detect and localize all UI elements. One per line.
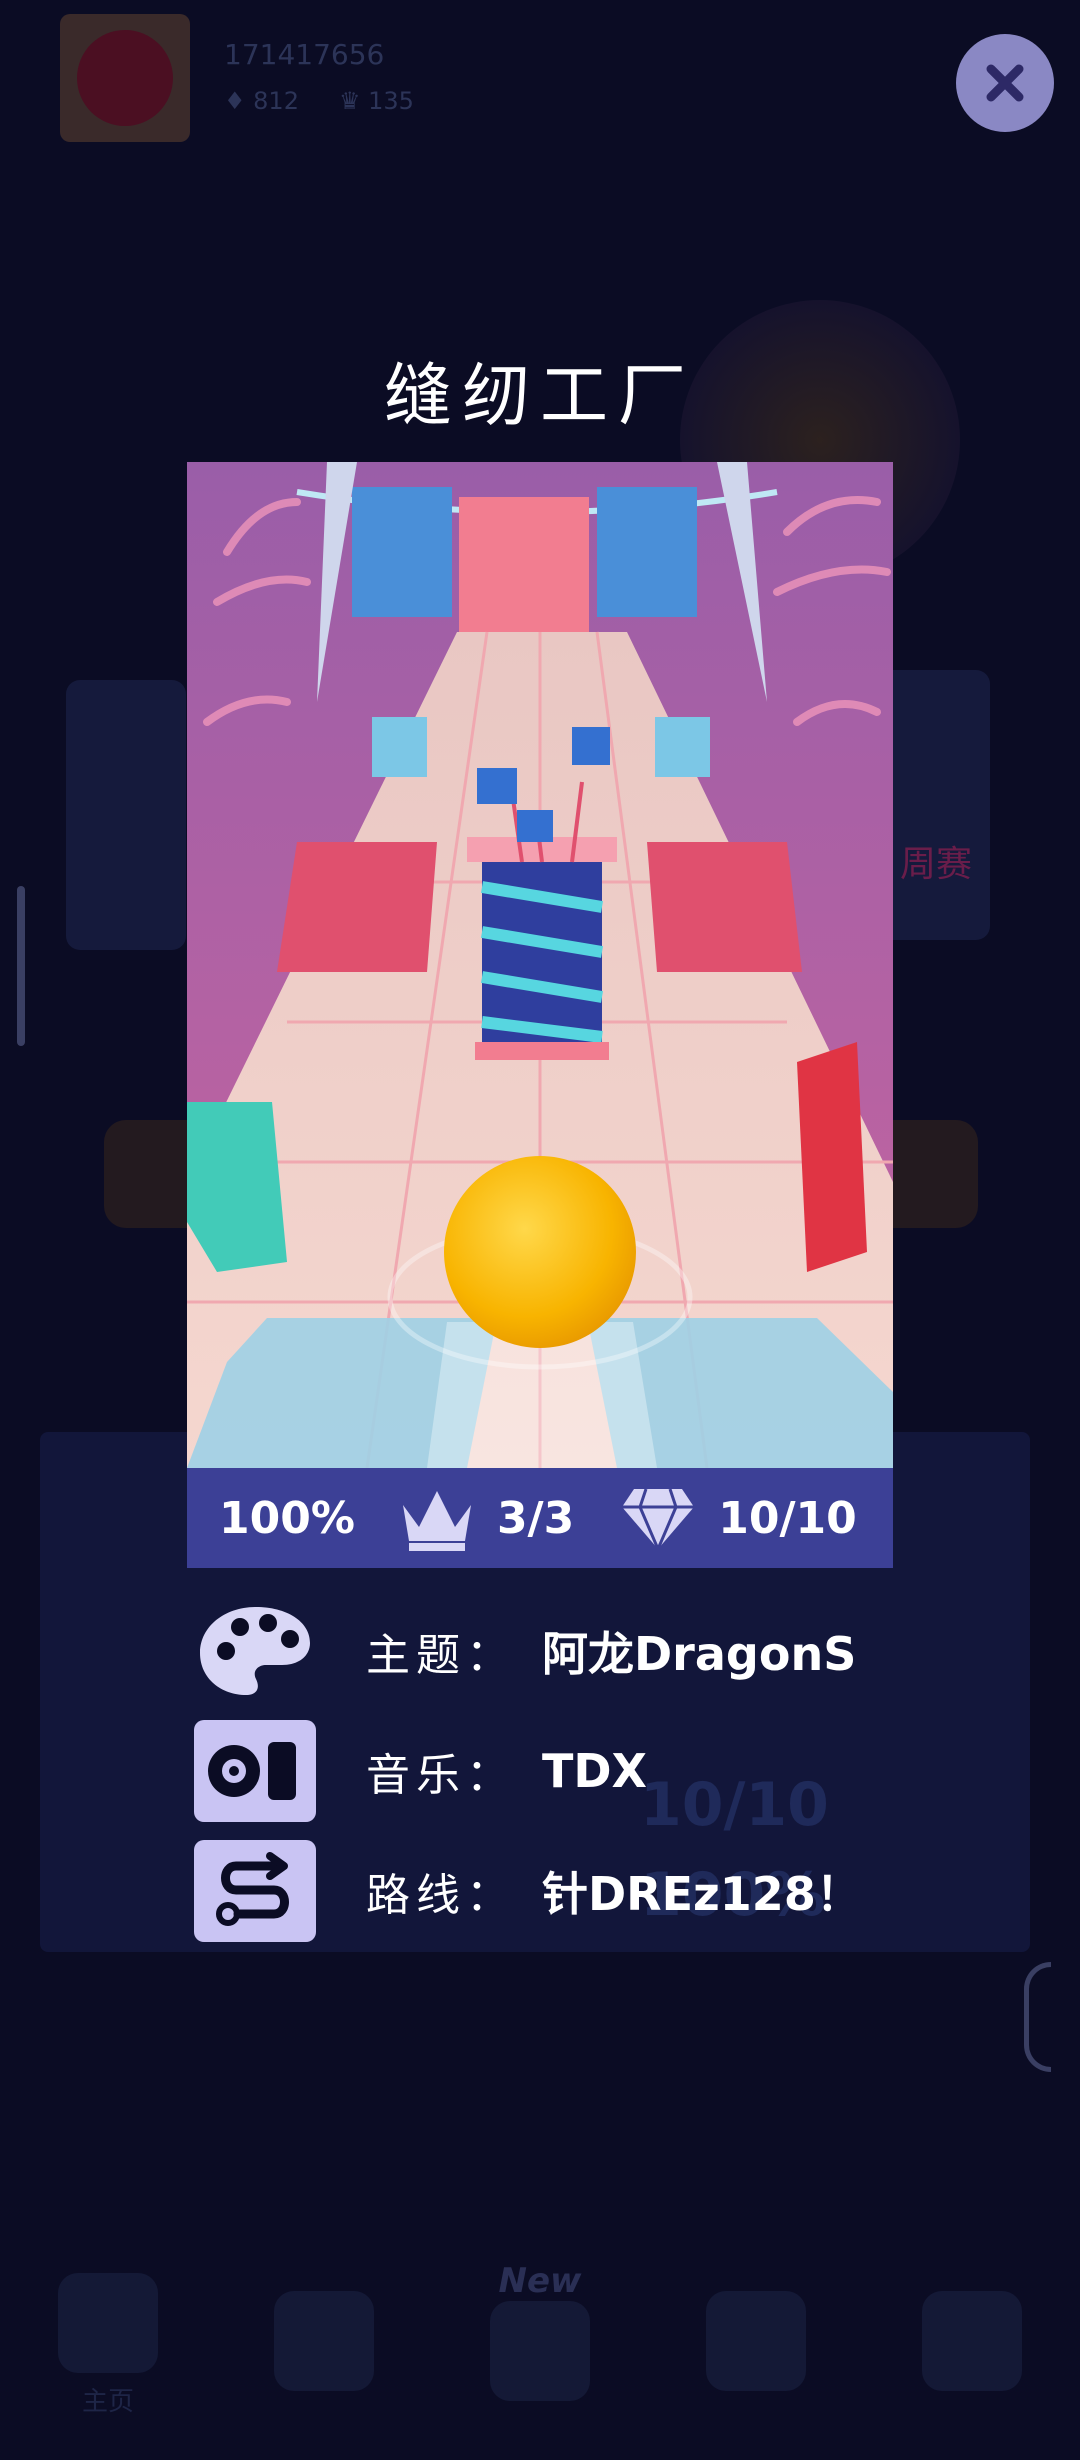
nav-new: New — [465, 2260, 615, 2430]
player-gem-count: ♦ 812 — [224, 87, 299, 115]
nav-shop — [681, 2260, 831, 2430]
music-value: TDX — [542, 1744, 648, 1798]
route-value: 针DREz128！ — [542, 1867, 862, 1921]
music-icon-box — [194, 1720, 316, 1822]
right-edge-handle — [1024, 1962, 1051, 2072]
left-edge-handle — [17, 886, 25, 1046]
level-preview-image — [187, 462, 893, 1468]
theme-label: 主题： — [366, 1630, 516, 1681]
gem-icon — [622, 1488, 695, 1551]
gem-count: 10/10 — [718, 1492, 857, 1544]
background-card-left — [66, 680, 186, 950]
player-stats: ♦ 812 ♛ 135 — [224, 78, 414, 124]
character-icon — [490, 2301, 590, 2401]
nav-home-label: 主页 — [81, 2386, 134, 2417]
theme-row: 主题： 阿龙DragonS — [194, 1596, 914, 1706]
list-icon — [274, 2291, 374, 2391]
close-icon — [986, 64, 1024, 102]
route-label: 路线： — [366, 1870, 516, 1921]
new-badge: New — [498, 2261, 582, 2301]
palette-icon — [200, 1607, 310, 1695]
player-info: 171417656 ♦ 812 ♛ 135 — [224, 32, 414, 124]
background-event-label: 周赛 — [900, 844, 973, 885]
nav-levels — [249, 2260, 399, 2430]
theme-icon-box — [194, 1600, 316, 1702]
crown-stat: 3/3 — [399, 1485, 574, 1551]
nav-settings — [897, 2260, 1047, 2430]
player-avatar — [60, 14, 190, 142]
bottom-navigation: 主页 New — [0, 2250, 1080, 2440]
nav-home: 主页 — [33, 2260, 183, 2430]
theme-value: 阿龙DragonS — [542, 1627, 857, 1681]
completion-percent: 100% — [219, 1492, 355, 1544]
crown-icon — [402, 1491, 471, 1551]
gem-stat: 10/10 — [620, 1485, 857, 1551]
music-label: 音乐： — [366, 1750, 516, 1801]
player-crown-count: ♛ 135 — [338, 87, 414, 115]
close-button[interactable] — [956, 34, 1054, 132]
home-icon — [58, 2272, 158, 2373]
level-detail-screen: 171417656 ♦ 812 ♛ 135 周赛 10/10 100% 主页 N… — [0, 0, 1080, 2460]
route-icon-box — [194, 1840, 316, 1942]
route-row: 路线： 针DREz128！ — [194, 1836, 914, 1946]
avatar-ball-icon — [77, 30, 173, 126]
route-icon — [202, 1848, 308, 1934]
level-stats-bar: 100% 3/3 10/10 — [187, 1468, 893, 1568]
music-player-icon — [204, 1732, 306, 1810]
level-title: 缝纫工厂 — [383, 357, 696, 436]
player-id: 171417656 — [224, 38, 385, 71]
crown-count: 3/3 — [496, 1492, 575, 1544]
music-row: 音乐： TDX — [194, 1716, 914, 1826]
gear-icon — [922, 2291, 1022, 2391]
player-profile: 171417656 ♦ 812 ♛ 135 — [60, 14, 540, 142]
cart-icon — [706, 2291, 806, 2391]
